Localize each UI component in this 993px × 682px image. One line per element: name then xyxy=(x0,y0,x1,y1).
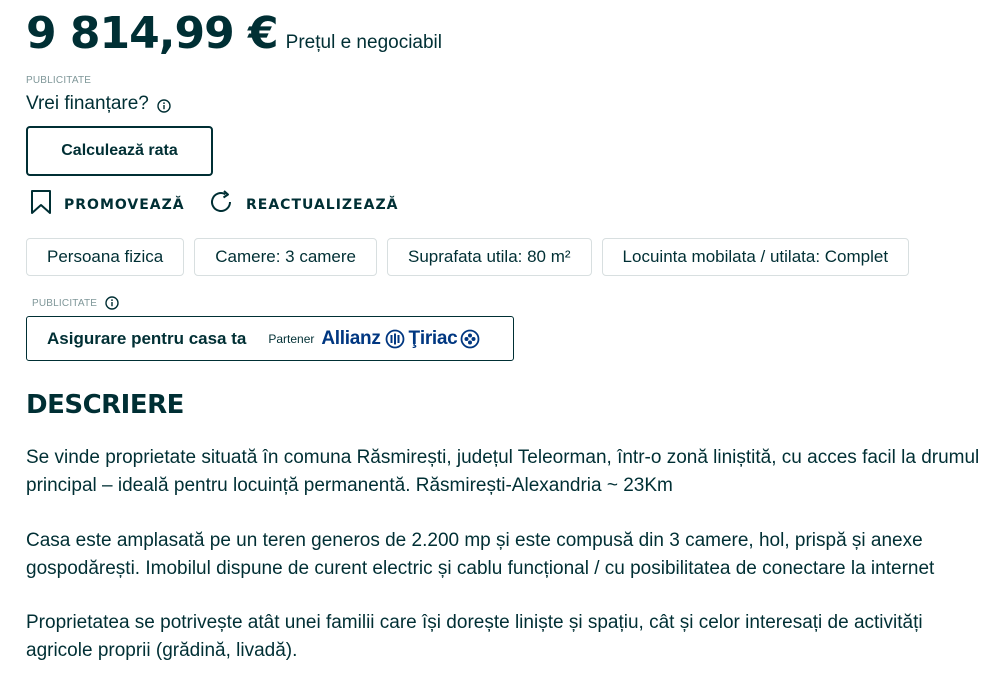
tag-seller-type: Persoana fizica xyxy=(26,238,185,276)
tag-furnished: Locuinta mobilata / utilata: Complet xyxy=(601,238,910,276)
finance-row: Vrei finanțare? xyxy=(26,93,171,115)
negotiable-note: Prețul e negociabil xyxy=(285,32,442,53)
calculate-rate-button[interactable]: Calculează rata xyxy=(26,126,213,176)
tag-rooms: Camere: 3 camere xyxy=(194,238,378,276)
bookmark-icon xyxy=(30,189,52,220)
promote-button[interactable]: PROMOVEAZĂ xyxy=(30,189,185,220)
insurance-ad-label: PUBLICITATE xyxy=(32,297,98,309)
refresh-label: REACTUALIZEAZĂ xyxy=(246,196,399,213)
allianz-eagle-icon xyxy=(385,329,405,349)
refresh-button[interactable]: REACTUALIZEAZĂ xyxy=(208,189,398,220)
brand-left: Allianz xyxy=(321,327,381,349)
description-heading: DESCRIERE xyxy=(26,390,184,420)
price-row: 9 814,99 € Prețul e negociabil xyxy=(26,8,442,59)
ad-label: PUBLICITATE xyxy=(26,75,92,86)
allianz-tiriac-logo: Allianz Ţiriac xyxy=(321,328,480,350)
insurance-banner[interactable]: Asigurare pentru casa ta Partener Allian… xyxy=(26,316,514,361)
insurance-ad-label-row: PUBLICITATE xyxy=(32,296,119,310)
description-paragraph: Se vinde proprietate situată în comuna R… xyxy=(26,447,980,496)
description-paragraph: Proprietatea se potrivește atât unei fam… xyxy=(26,612,923,661)
tiriac-emblem-icon xyxy=(460,329,480,349)
info-icon[interactable] xyxy=(157,97,171,113)
description-paragraph: Casa este amplasată pe un teren generos … xyxy=(26,530,935,579)
finance-question: Vrei finanțare? xyxy=(26,93,149,114)
property-tags: Persoana fizica Camere: 3 camere Suprafa… xyxy=(26,238,919,276)
brand-right: Ţiriac xyxy=(408,327,458,349)
refresh-icon xyxy=(208,189,234,220)
info-icon[interactable] xyxy=(105,296,119,310)
promote-label: PROMOVEAZĂ xyxy=(64,196,185,213)
price-amount: 9 814,99 € xyxy=(26,8,279,59)
insurance-title: Asigurare pentru casa ta xyxy=(47,328,247,348)
partner-label: Partener xyxy=(268,331,315,346)
tag-area: Suprafata utila: 80 m² xyxy=(387,238,592,276)
